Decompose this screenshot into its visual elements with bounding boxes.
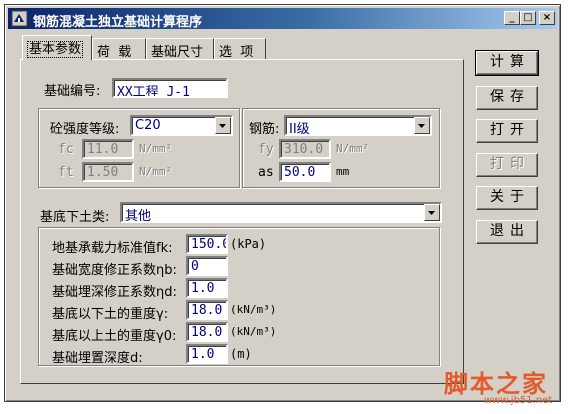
concrete-grade-select[interactable]: C20 [130, 115, 233, 136]
as-input[interactable]: 50.0 [279, 162, 331, 182]
fc-unit: N/mm² [139, 142, 173, 155]
title-bar[interactable]: 钢筋混凝土独立基础计算程序 _ □ × [8, 8, 557, 30]
about-button[interactable]: 关于 [476, 186, 538, 210]
watermark-logo-text: 脚本之家 [444, 370, 548, 398]
depth-label: 基础埋置深度d: [52, 351, 143, 366]
exit-button[interactable]: 退出 [476, 220, 538, 244]
foundation-no-input[interactable]: XX工程 J-1 [112, 78, 228, 98]
tab-options-label: 选 项 [219, 45, 254, 60]
as-unit: mm [336, 165, 350, 178]
eta-b-label: 基础宽度修正系数ηb: [52, 263, 177, 278]
minimize-button[interactable]: _ [504, 11, 520, 25]
tab-foundation-size-label: 基础尺寸 [151, 45, 204, 60]
open-button[interactable]: 打开 [476, 119, 538, 143]
maximize-button[interactable]: □ [520, 11, 536, 25]
tab-foundation-size[interactable]: 基础尺寸 [146, 38, 214, 60]
fy-label: fy [258, 142, 274, 157]
fk-label: 地基承载力标准值fk: [52, 241, 173, 256]
tab-basic-params[interactable]: 基本参数 [22, 35, 92, 60]
ft-label: ft [58, 165, 74, 180]
fy-input: 310.0 [279, 139, 331, 159]
tab-basic-params-label: 基本参数 [27, 41, 84, 58]
fc-input: 11.0 [82, 139, 134, 159]
close-button[interactable]: × [539, 11, 555, 25]
soil-type-dropdown-button[interactable] [424, 204, 440, 221]
concrete-grade-dropdown-button[interactable] [215, 117, 231, 134]
chevron-down-icon [428, 211, 435, 215]
gamma0-input[interactable]: 18.0 [186, 322, 228, 342]
tab-options[interactable]: 选 项 [214, 38, 266, 60]
eta-b-input[interactable]: 0 [186, 256, 228, 276]
tab-load[interactable]: 荷 载 [92, 38, 146, 60]
ft-input: 1.50 [82, 162, 134, 182]
app-icon [11, 10, 28, 27]
rebar-grade-select[interactable]: II级 [284, 115, 432, 136]
chevron-down-icon [219, 124, 226, 128]
concrete-grade-value: C20 [135, 118, 161, 133]
as-label: as [258, 165, 274, 180]
fk-unit: (kPa) [230, 237, 267, 251]
soil-type-label: 基底下土类: [40, 210, 110, 225]
gamma-label: 基底以下土的重度γ: [52, 307, 169, 322]
fy-unit: N/mm² [336, 142, 370, 155]
soil-type-value: 其他 [125, 209, 152, 223]
rebar-label: 钢筋: [249, 122, 280, 137]
window-title: 钢筋混凝土独立基础计算程序 [33, 15, 203, 30]
fk-input[interactable]: 150.0 [186, 234, 228, 254]
gamma-input[interactable]: 18.0 [186, 300, 228, 320]
soil-type-select[interactable]: 其他 [120, 202, 442, 223]
gamma0-label: 基底以上土的重度γ0: [52, 329, 177, 344]
chevron-down-icon [418, 124, 425, 128]
eta-d-label: 基础埋深修正系数ηd: [52, 285, 177, 300]
print-button: 打印 [476, 153, 538, 177]
fc-label: fc [58, 142, 74, 157]
gamma-unit: (kN/m³) [230, 303, 277, 316]
save-button[interactable]: 保存 [476, 86, 538, 110]
rebar-grade-value: II级 [289, 122, 310, 136]
eta-d-input[interactable]: 1.0 [186, 278, 228, 298]
concrete-grade-label: 砼强度等级: [50, 122, 120, 137]
gamma0-unit: (kN/m³) [230, 325, 277, 338]
depth-input[interactable]: 1.0 [186, 344, 228, 364]
tab-load-label: 荷 载 [97, 45, 132, 60]
depth-unit: (m) [230, 347, 252, 361]
calculate-button[interactable]: 计算 [475, 50, 539, 76]
watermark: 脚本之家 www.jb51.net [440, 364, 564, 410]
ft-unit: N/mm² [139, 165, 173, 178]
watermark-url: www.jb51.net [484, 395, 553, 406]
foundation-no-label: 基础编号: [44, 84, 101, 99]
rebar-grade-dropdown-button[interactable] [414, 117, 430, 134]
